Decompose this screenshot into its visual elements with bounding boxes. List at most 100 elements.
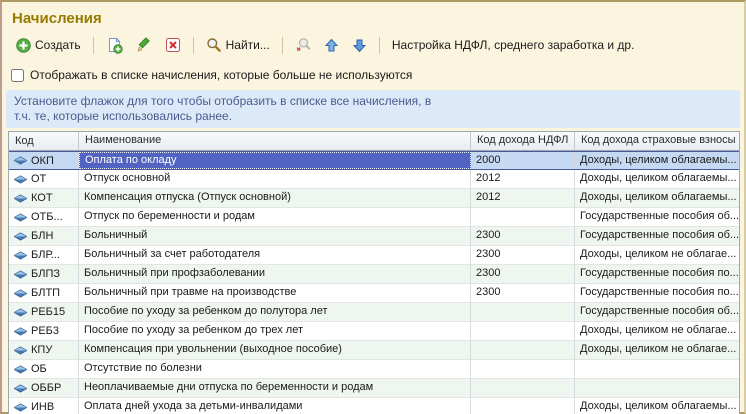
cell-ndfl-code[interactable]: 2300 [471,265,575,284]
cell-insurance-code[interactable]: Доходы, целиком облагаемы... [575,170,739,189]
find-button[interactable]: Найти... [202,34,274,56]
copy-button[interactable] [102,34,127,57]
arrow-up-icon [324,38,339,53]
cell-name[interactable]: Больничный при профзаболевании [79,265,471,284]
code-text: РЕБ3 [31,325,59,337]
cell-ndfl-code[interactable]: 2300 [471,227,575,246]
cell-insurance-code[interactable]: Государственные пособия об... [575,208,739,227]
table-row[interactable]: ОКП Оплата по окладу2000Доходы, целиком о… [9,151,739,170]
cell-code[interactable]: ОБ [9,360,79,379]
column-header-insurance[interactable]: Код дохода страховые взносы [575,132,739,150]
cell-ndfl-code[interactable] [471,379,575,398]
cell-insurance-code[interactable]: Государственные пособия по... [575,284,739,303]
table-row[interactable]: КОТ Компенсация отпуска (Отпуск основной)… [9,189,739,208]
cell-code[interactable]: РЕБ15 [9,303,79,322]
cell-insurance-code[interactable] [575,360,739,379]
code-text: ОТБ... [31,211,63,223]
code-text: ОББР [31,382,61,394]
clear-find-button[interactable] [291,34,315,56]
cell-code[interactable]: ОТ [9,170,79,189]
catalog-item-icon [14,346,27,355]
cell-insurance-code[interactable]: Доходы, целиком не облагае... [575,341,739,360]
cell-insurance-code[interactable] [575,379,739,398]
cell-ndfl-code[interactable]: 2000 [471,152,575,169]
move-down-button[interactable] [348,35,371,56]
copy-icon [106,37,123,54]
cell-ndfl-code[interactable]: 2012 [471,189,575,208]
column-header-ndfl[interactable]: Код дохода НДФЛ [471,132,575,150]
table-row[interactable]: ОТ Отпуск основной2012Доходы, целиком обл… [9,170,739,189]
code-text: ОКП [31,155,54,167]
column-header-name[interactable]: Наименование [79,132,471,150]
cell-name[interactable]: Неоплачиваемые дни отпуска по беременнос… [79,379,471,398]
cell-name[interactable]: Отпуск основной [79,170,471,189]
cell-insurance-code[interactable]: Доходы, целиком облагаемы... [575,189,739,208]
cell-ndfl-code[interactable] [471,398,575,414]
code-text: ОТ [31,173,46,185]
cell-code[interactable]: БЛН [9,227,79,246]
cell-name[interactable]: Пособие по уходу за ребенком до трех лет [79,322,471,341]
cell-name[interactable]: Компенсация при увольнении (выходное пос… [79,341,471,360]
table-row[interactable]: ОТБ... Отпуск по беременности и родам Госу… [9,208,739,227]
table-row[interactable]: ОББР Неоплачиваемые дни отпуска по береме… [9,379,739,398]
cell-ndfl-code[interactable] [471,341,575,360]
cell-insurance-code[interactable]: Государственные пособия по... [575,265,739,284]
cell-insurance-code[interactable]: Государственные пособия об... [575,303,739,322]
cell-ndfl-code[interactable]: 2012 [471,170,575,189]
delete-button[interactable] [161,34,185,56]
cell-insurance-code[interactable]: Доходы, целиком не облагае... [575,246,739,265]
cell-code[interactable]: КПУ [9,341,79,360]
cell-code[interactable]: ИНВ [9,398,79,414]
arrow-down-icon [352,38,367,53]
cell-code[interactable]: РЕБ3 [9,322,79,341]
cell-name[interactable]: Компенсация отпуска (Отпуск основной) [79,189,471,208]
settings-ndfl-button[interactable]: Настройка НДФЛ, среднего заработка и др. [388,35,639,55]
table-row[interactable]: БЛТПБольничный при травме на производств… [9,284,739,303]
notice-banner: Установите флажок для того чтобы отобраз… [6,90,740,128]
table-row[interactable]: БЛНБольничный2300Государственные пособия… [9,227,739,246]
cell-code[interactable]: БЛТП [9,284,79,303]
edit-button[interactable] [132,34,156,56]
cell-ndfl-code[interactable] [471,322,575,341]
table-row[interactable]: РЕБ15 Пособие по уходу за ребенком до пол… [9,303,739,322]
cell-name[interactable]: Больничный за счет работодателя [79,246,471,265]
cell-ndfl-code[interactable] [471,303,575,322]
cell-ndfl-code[interactable] [471,208,575,227]
cell-insurance-code[interactable]: Государственные пособия об... [575,227,739,246]
cell-name[interactable]: Больничный при травме на производстве [79,284,471,303]
move-up-button[interactable] [320,35,343,56]
table-row[interactable]: ИНВОплата дней ухода за детьми-инвалидам… [9,398,739,414]
cell-code[interactable]: БЛР... [9,246,79,265]
table-row[interactable]: ОБОтсутствие по болезни [9,360,739,379]
code-text: КОТ [31,192,53,204]
create-button[interactable]: Создать [12,35,85,56]
catalog-item-icon [14,232,27,241]
cell-code[interactable]: ОББР [9,379,79,398]
column-header-code[interactable]: Код [9,132,79,150]
table-row[interactable]: БЛР...Больничный за счет работодателя230… [9,246,739,265]
catalog-item-icon [14,270,27,279]
cell-code[interactable]: ОКП [9,152,79,169]
cell-name[interactable]: Оплата дней ухода за детьми-инвалидами [79,398,471,414]
cell-code[interactable]: КОТ [9,189,79,208]
cell-name[interactable]: Пособие по уходу за ребенком до полутора… [79,303,471,322]
cell-code[interactable]: БЛПЗ [9,265,79,284]
cell-ndfl-code[interactable]: 2300 [471,284,575,303]
cell-name[interactable]: Больничный [79,227,471,246]
cell-name[interactable]: Отсутствие по болезни [79,360,471,379]
cell-insurance-code[interactable]: Доходы, целиком не облагае... [575,322,739,341]
cell-name[interactable]: Отпуск по беременности и родам [79,208,471,227]
cell-name[interactable]: Оплата по окладу [79,152,471,169]
cell-insurance-code[interactable]: Доходы, целиком облагаемы... [575,398,739,414]
cell-code[interactable]: ОТБ... [9,208,79,227]
catalog-item-icon [14,194,27,203]
table-row[interactable]: КПУКомпенсация при увольнении (выходное … [9,341,739,360]
cell-ndfl-code[interactable]: 2300 [471,246,575,265]
cell-ndfl-code[interactable] [471,360,575,379]
cell-insurance-code[interactable]: Доходы, целиком облагаемы... [575,152,739,169]
catalog-item-icon [14,327,27,336]
table-row[interactable]: БЛПЗБольничный при профзаболевании2300Го… [9,265,739,284]
code-text: РЕБ15 [31,306,65,318]
show-unused-checkbox[interactable] [11,69,24,82]
table-row[interactable]: РЕБ3 Пособие по уходу за ребенком до трех… [9,322,739,341]
